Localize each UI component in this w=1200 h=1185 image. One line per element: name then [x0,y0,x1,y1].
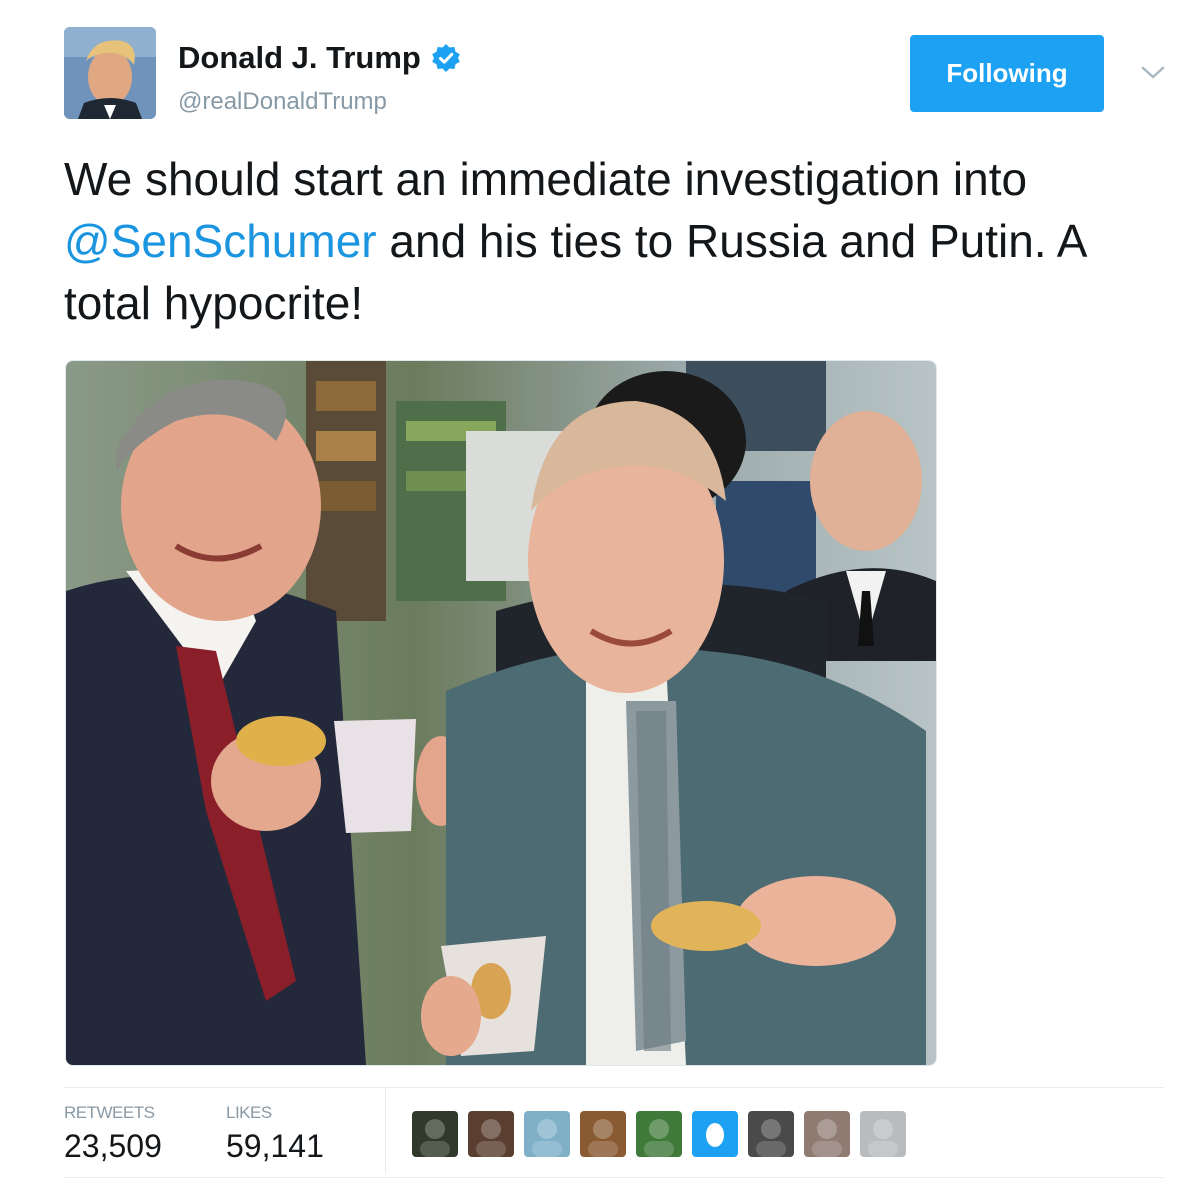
divider-top [64,1087,1164,1088]
retweets-count[interactable]: 23,509 [64,1128,162,1165]
liker-avatar-9[interactable] [860,1111,906,1157]
liker-avatar-4[interactable] [580,1111,626,1157]
liker-avatar-7[interactable] [748,1111,794,1157]
tweet-text-part-1: We should start an immediate investigati… [64,153,1028,205]
author-display-name[interactable]: Donald J. Trump [178,40,421,76]
retweets-label[interactable]: RETWEETS [64,1103,155,1123]
liker-avatar-1[interactable] [412,1111,458,1157]
author-name-row[interactable]: Donald J. Trump [178,40,461,76]
liker-avatar-3[interactable] [524,1111,570,1157]
stats-divider [385,1088,386,1174]
liker-avatars [412,1111,906,1157]
likes-count[interactable]: 59,141 [226,1128,324,1165]
tweet-photo[interactable] [65,360,937,1066]
liker-avatar-2[interactable] [468,1111,514,1157]
tweet-text: We should start an immediate investigati… [64,148,1174,334]
verified-badge-icon [431,43,461,73]
mention-link[interactable]: @SenSchumer [64,215,377,267]
following-button[interactable]: Following [910,35,1104,112]
chevron-down-icon[interactable] [1138,58,1168,88]
liker-avatar-5[interactable] [636,1111,682,1157]
divider-bottom [64,1177,1164,1178]
likes-label[interactable]: LIKES [226,1103,272,1123]
author-avatar[interactable] [64,27,156,119]
author-handle[interactable]: @realDonaldTrump [178,88,387,116]
liker-avatar-6[interactable] [692,1111,738,1157]
liker-avatar-8[interactable] [804,1111,850,1157]
